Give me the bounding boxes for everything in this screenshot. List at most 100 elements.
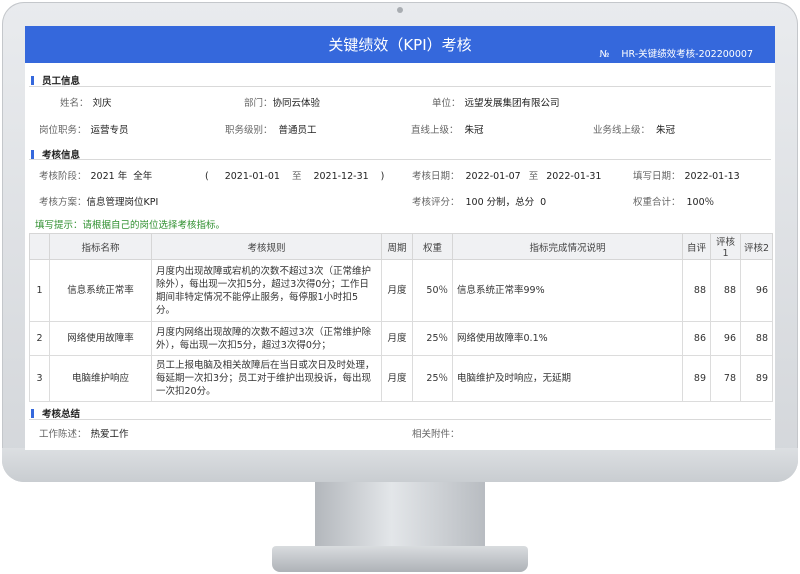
- cell-rule[interactable]: 月度内网络出现故障的次数不超过3次（正常维护除外），每出现一次扣5分，超过3次得…: [151, 321, 382, 356]
- label-level: 职务级别：: [225, 125, 273, 136]
- field-level: 职务级别： 普通员工: [225, 122, 317, 136]
- cell-review-2[interactable]: 96: [740, 259, 773, 322]
- cell-self-score[interactable]: 88: [682, 259, 711, 322]
- document-number-value: HR-关键绩效考核-202200007: [621, 49, 753, 60]
- label-stage: 考核阶段：: [39, 171, 87, 182]
- number-symbol: №: [599, 49, 610, 60]
- field-plan: 考核方案：信息管理岗位KPI: [39, 194, 158, 208]
- field-business-supervisor: 业务线上级： 朱冠: [593, 122, 675, 136]
- table-row[interactable]: 1 信息系统正常率 月度内出现故障或宕机的次数不超过3次（正常维护除外），每出现…: [29, 259, 773, 322]
- value-score-system: 100 分制，总分: [465, 197, 535, 208]
- table-row[interactable]: 2 网络使用故障率 月度内网络出现故障的次数不超过3次（正常维护除外），每出现一…: [29, 321, 773, 356]
- cell-review-1[interactable]: 88: [710, 259, 741, 322]
- value-dept[interactable]: 协同云体验: [273, 98, 321, 109]
- value-stage-year[interactable]: 2021 年: [91, 171, 128, 182]
- value-stage-period[interactable]: 全年: [133, 171, 152, 182]
- cell-kpi-name[interactable]: 网络使用故障率: [49, 321, 152, 356]
- monitor-chin: [2, 448, 798, 482]
- webcam-dot: [397, 7, 403, 13]
- cell-cycle[interactable]: 月度: [381, 259, 413, 322]
- kpi-table: 指标名称 考核规则 周期 权重 指标完成情况说明 自评 评核1 评核2 1 信息…: [29, 233, 773, 402]
- label-to: 至: [291, 171, 302, 182]
- field-score: 考核评分： 100 分制，总分 0: [412, 194, 546, 208]
- screen: 关键绩效（KPI）考核 № HR-关键绩效考核-202200007 员工信息 姓名…: [25, 26, 775, 450]
- field-weight-total: 权重合计： 100％: [633, 194, 714, 208]
- cell-self-score[interactable]: 89: [682, 355, 711, 402]
- fill-hint: 填写提示：请根据自己的岗位选择考核指标。: [35, 220, 226, 231]
- value-period-start[interactable]: 2021-01-01: [225, 171, 280, 182]
- title-bar: 关键绩效（KPI）考核 № HR-关键绩效考核-202200007: [25, 26, 775, 63]
- cell-description[interactable]: 网络使用故障率0.1%: [452, 321, 683, 356]
- label-dept: 部门：: [244, 98, 273, 109]
- cell-index: 2: [29, 321, 50, 356]
- cell-cycle[interactable]: 月度: [381, 355, 413, 402]
- field-attachments: 相关附件：: [412, 426, 460, 440]
- paren-close: ): [380, 171, 385, 182]
- cell-rule[interactable]: 员工上报电脑及相关故障后在当日或次日及时处理，每延期一次扣3分；员工对于维护出现…: [151, 355, 382, 402]
- table-row[interactable]: 3 电脑维护响应 员工上报电脑及相关故障后在当日或次日及时处理，每延期一次扣3分…: [29, 355, 773, 402]
- col-header-name: 指标名称: [49, 233, 152, 260]
- section-summary: 考核总结: [31, 406, 80, 420]
- divider: [29, 86, 771, 87]
- value-name[interactable]: 刘庆: [93, 98, 112, 109]
- label-plan: 考核方案：: [39, 197, 87, 208]
- label-assessment-date: 考核日期：: [412, 171, 460, 182]
- value-business-supervisor[interactable]: 朱冠: [656, 125, 675, 136]
- cell-self-score[interactable]: 86: [682, 321, 711, 356]
- label-attachments: 相关附件：: [412, 429, 460, 440]
- label-score: 考核评分：: [412, 197, 460, 208]
- cell-review-2[interactable]: 89: [740, 355, 773, 402]
- field-stage: 考核阶段： 2021 年全年: [39, 168, 152, 182]
- cell-description[interactable]: 电脑维护及时响应，无延期: [452, 355, 683, 402]
- field-direct-supervisor: 直线上级： 朱冠: [411, 122, 484, 136]
- value-position[interactable]: 运营专员: [91, 125, 129, 136]
- label-fill-date: 填写日期：: [633, 171, 681, 182]
- cell-kpi-name[interactable]: 电脑维护响应: [49, 355, 152, 402]
- cell-index: 3: [29, 355, 50, 402]
- field-work-statement: 工作陈述： 热爱工作: [39, 426, 129, 440]
- field-assessment-date: 考核日期： 2022-01-07 至 2022-01-31: [412, 168, 601, 182]
- value-direct-supervisor[interactable]: 朱冠: [465, 125, 484, 136]
- value-date-start[interactable]: 2022-01-07: [466, 171, 521, 182]
- value-total-score: 0: [540, 197, 547, 208]
- section-marker: [31, 409, 34, 418]
- cell-weight[interactable]: 50％: [412, 259, 453, 322]
- field-position: 岗位职务： 运营专员: [39, 122, 129, 136]
- value-weight-total: 100％: [686, 197, 715, 208]
- cell-review-1[interactable]: 78: [710, 355, 741, 402]
- field-name: 姓名： 刘庆: [60, 95, 112, 109]
- col-header-cycle: 周期: [381, 233, 413, 260]
- field-dept: 部门：协同云体验: [244, 95, 320, 109]
- label-weight-total: 权重合计：: [633, 197, 681, 208]
- label-unit: 单位：: [432, 98, 461, 109]
- value-date-end[interactable]: 2022-01-31: [546, 171, 601, 182]
- cell-weight[interactable]: 25％: [412, 355, 453, 402]
- label-work-statement: 工作陈述：: [39, 429, 87, 440]
- value-work-statement[interactable]: 热爱工作: [91, 429, 129, 440]
- col-header-review-2: 评核2: [740, 233, 773, 260]
- field-period: (2021-01-01 至 2021-12-31): [205, 168, 384, 182]
- monitor-stand-neck: [315, 482, 485, 552]
- value-period-end[interactable]: 2021-12-31: [313, 171, 368, 182]
- cell-description[interactable]: 信息系统正常率99%: [452, 259, 683, 322]
- value-fill-date[interactable]: 2022-01-13: [685, 171, 740, 182]
- cell-review-2[interactable]: 88: [740, 321, 773, 356]
- label-to: 至: [528, 171, 539, 182]
- value-plan[interactable]: 信息管理岗位KPI: [87, 197, 159, 208]
- col-header-description: 指标完成情况说明: [452, 233, 683, 260]
- field-unit: 单位： 远望发展集团有限公司: [432, 95, 560, 109]
- label-name: 姓名：: [60, 98, 89, 109]
- cell-cycle[interactable]: 月度: [381, 321, 413, 356]
- value-level[interactable]: 普通员工: [279, 125, 317, 136]
- cell-review-1[interactable]: 96: [710, 321, 741, 356]
- cell-weight[interactable]: 25％: [412, 321, 453, 356]
- table-header-row: 指标名称 考核规则 周期 权重 指标完成情况说明 自评 评核1 评核2: [29, 233, 773, 260]
- cell-index: 1: [29, 259, 50, 322]
- cell-kpi-name[interactable]: 信息系统正常率: [49, 259, 152, 322]
- label-direct-supervisor: 直线上级：: [411, 125, 459, 136]
- value-unit[interactable]: 远望发展集团有限公司: [465, 98, 560, 109]
- monitor-stand-base: [272, 546, 528, 572]
- col-header-self-score: 自评: [682, 233, 711, 260]
- cell-rule[interactable]: 月度内出现故障或宕机的次数不超过3次（正常维护除外），每出现一次扣5分，超过3次…: [151, 259, 382, 322]
- label-business-supervisor: 业务线上级：: [593, 125, 651, 136]
